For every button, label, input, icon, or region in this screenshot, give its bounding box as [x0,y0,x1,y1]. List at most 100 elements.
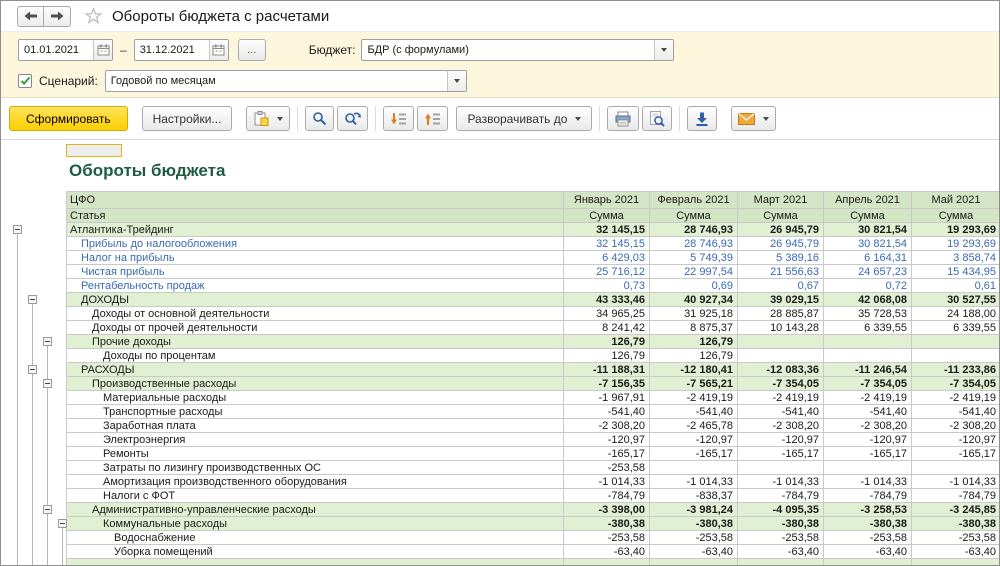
report-cell[interactable]: 19 293,69 [912,223,999,237]
budget-combobox[interactable]: БДР (с формулами) [361,39,674,61]
report-cell[interactable]: -120,97 [738,433,824,447]
report-cell-partial[interactable] [67,559,564,565]
calendar-icon[interactable] [93,40,112,60]
report-cell[interactable]: 21 556,63 [738,265,824,279]
report-cell[interactable]: 6 164,31 [824,251,912,265]
report-cell[interactable] [738,335,824,349]
row-label[interactable]: Атлантика-Трейдинг [67,223,564,237]
report-cell[interactable]: 40 927,34 [650,293,738,307]
row-label[interactable]: Производственные расходы [67,377,564,391]
report-cell[interactable]: 0,72 [824,279,912,293]
report-cell[interactable]: -63,40 [564,545,650,559]
row-label[interactable]: Транспортные расходы [67,405,564,419]
report-cell[interactable] [650,461,738,475]
report-cell[interactable]: -165,17 [912,447,999,461]
report-cell[interactable]: 31 925,18 [650,307,738,321]
report-cell[interactable]: -1 014,33 [912,475,999,489]
report-cell[interactable]: 25 716,12 [564,265,650,279]
report-cell-partial[interactable] [650,559,738,565]
report-variants-button[interactable] [246,106,290,131]
report-cell[interactable]: -253,58 [738,531,824,545]
print-button[interactable] [607,106,639,131]
row-label[interactable]: РАСХОДЫ [67,363,564,377]
report-cell[interactable]: -3 258,53 [824,503,912,517]
report-cell[interactable]: -120,97 [650,433,738,447]
report-cell[interactable]: -2 308,20 [738,419,824,433]
report-cell[interactable]: 3 858,74 [912,251,999,265]
collapse-toggle[interactable] [43,379,52,388]
report-cell[interactable]: 6 339,55 [912,321,999,335]
save-button[interactable] [687,106,717,131]
report-cell[interactable]: -380,38 [824,517,912,531]
report-cell[interactable]: 10 143,28 [738,321,824,335]
column-header-sum[interactable]: Сумма [738,209,824,223]
report-cell[interactable]: -1 014,33 [824,475,912,489]
row-label[interactable]: Рентабельность продаж [67,279,564,293]
report-cell[interactable]: 0,73 [564,279,650,293]
column-header-month[interactable]: Январь 2021 [564,192,650,209]
chevron-down-icon[interactable] [447,71,466,91]
collapse-toggle[interactable] [28,295,37,304]
report-cell[interactable]: -2 465,78 [650,419,738,433]
row-label[interactable]: Затраты по лизингу производственных ОС [67,461,564,475]
report-cell[interactable] [912,335,999,349]
scenario-checkbox[interactable] [18,74,32,88]
report-cell[interactable]: -11 188,31 [564,363,650,377]
row-label[interactable]: Административно-управленческие расходы [67,503,564,517]
row-label[interactable]: Прибыль до налогообложения [67,237,564,251]
report-cell-partial[interactable] [912,559,999,565]
selected-cell-marker[interactable] [66,144,122,157]
report-cell[interactable]: -4 095,35 [738,503,824,517]
report-cell[interactable]: -2 419,19 [824,391,912,405]
period-to-field[interactable] [134,39,229,61]
calendar-icon[interactable] [209,40,228,60]
report-cell[interactable]: -12 083,36 [738,363,824,377]
report-cell[interactable]: -2 419,19 [650,391,738,405]
report-cell[interactable]: -63,40 [650,545,738,559]
report-cell[interactable]: -7 354,05 [738,377,824,391]
report-cell[interactable]: -120,97 [912,433,999,447]
report-cell[interactable]: -380,38 [738,517,824,531]
report-cell[interactable]: -7 156,35 [564,377,650,391]
report-cell[interactable]: -3 398,00 [564,503,650,517]
report-cell[interactable]: -1 967,91 [564,391,650,405]
expand-to-button[interactable]: Разворачивать до [456,106,592,131]
report-cell[interactable]: 0,61 [912,279,999,293]
report-cell[interactable]: 8 875,37 [650,321,738,335]
report-cell[interactable]: -380,38 [650,517,738,531]
report-cell[interactable]: 6 429,03 [564,251,650,265]
report-cell[interactable]: 30 821,54 [824,223,912,237]
period-from-input[interactable] [19,40,93,60]
report-cell[interactable]: -541,40 [824,405,912,419]
report-cell[interactable]: -2 419,19 [912,391,999,405]
column-header-sum[interactable]: Сумма [650,209,738,223]
report-cell[interactable]: 32 145,15 [564,237,650,251]
report-cell[interactable]: 34 965,25 [564,307,650,321]
report-cell[interactable]: 126,79 [564,335,650,349]
row-label[interactable]: Доходы по процентам [67,349,564,363]
report-cell[interactable]: -120,97 [824,433,912,447]
report-cell[interactable]: 0,69 [650,279,738,293]
report-cell[interactable] [738,349,824,363]
row-label[interactable]: Материальные расходы [67,391,564,405]
column-header-article[interactable]: Статья [67,209,564,223]
report-cell[interactable]: 8 241,42 [564,321,650,335]
report-cell[interactable]: 0,67 [738,279,824,293]
column-header-month[interactable]: Май 2021 [912,192,999,209]
generate-button[interactable]: Сформировать [9,106,128,131]
column-header-month[interactable]: Апрель 2021 [824,192,912,209]
report-cell-partial[interactable] [824,559,912,565]
settings-button[interactable]: Настройки... [142,106,233,131]
row-label[interactable]: Амортизация производственного оборудован… [67,475,564,489]
search-button[interactable] [305,106,334,131]
row-label[interactable]: Уборка помещений [67,545,564,559]
report-cell[interactable]: -7 565,21 [650,377,738,391]
row-label[interactable]: Водоснабжение [67,531,564,545]
report-cell[interactable]: -253,58 [824,531,912,545]
report-cell[interactable]: -11 246,54 [824,363,912,377]
row-label[interactable]: ДОХОДЫ [67,293,564,307]
report-cell[interactable]: 19 293,69 [912,237,999,251]
report-cell-partial[interactable] [738,559,824,565]
report-cell[interactable]: -2 308,20 [912,419,999,433]
report-cell[interactable]: 6 339,55 [824,321,912,335]
